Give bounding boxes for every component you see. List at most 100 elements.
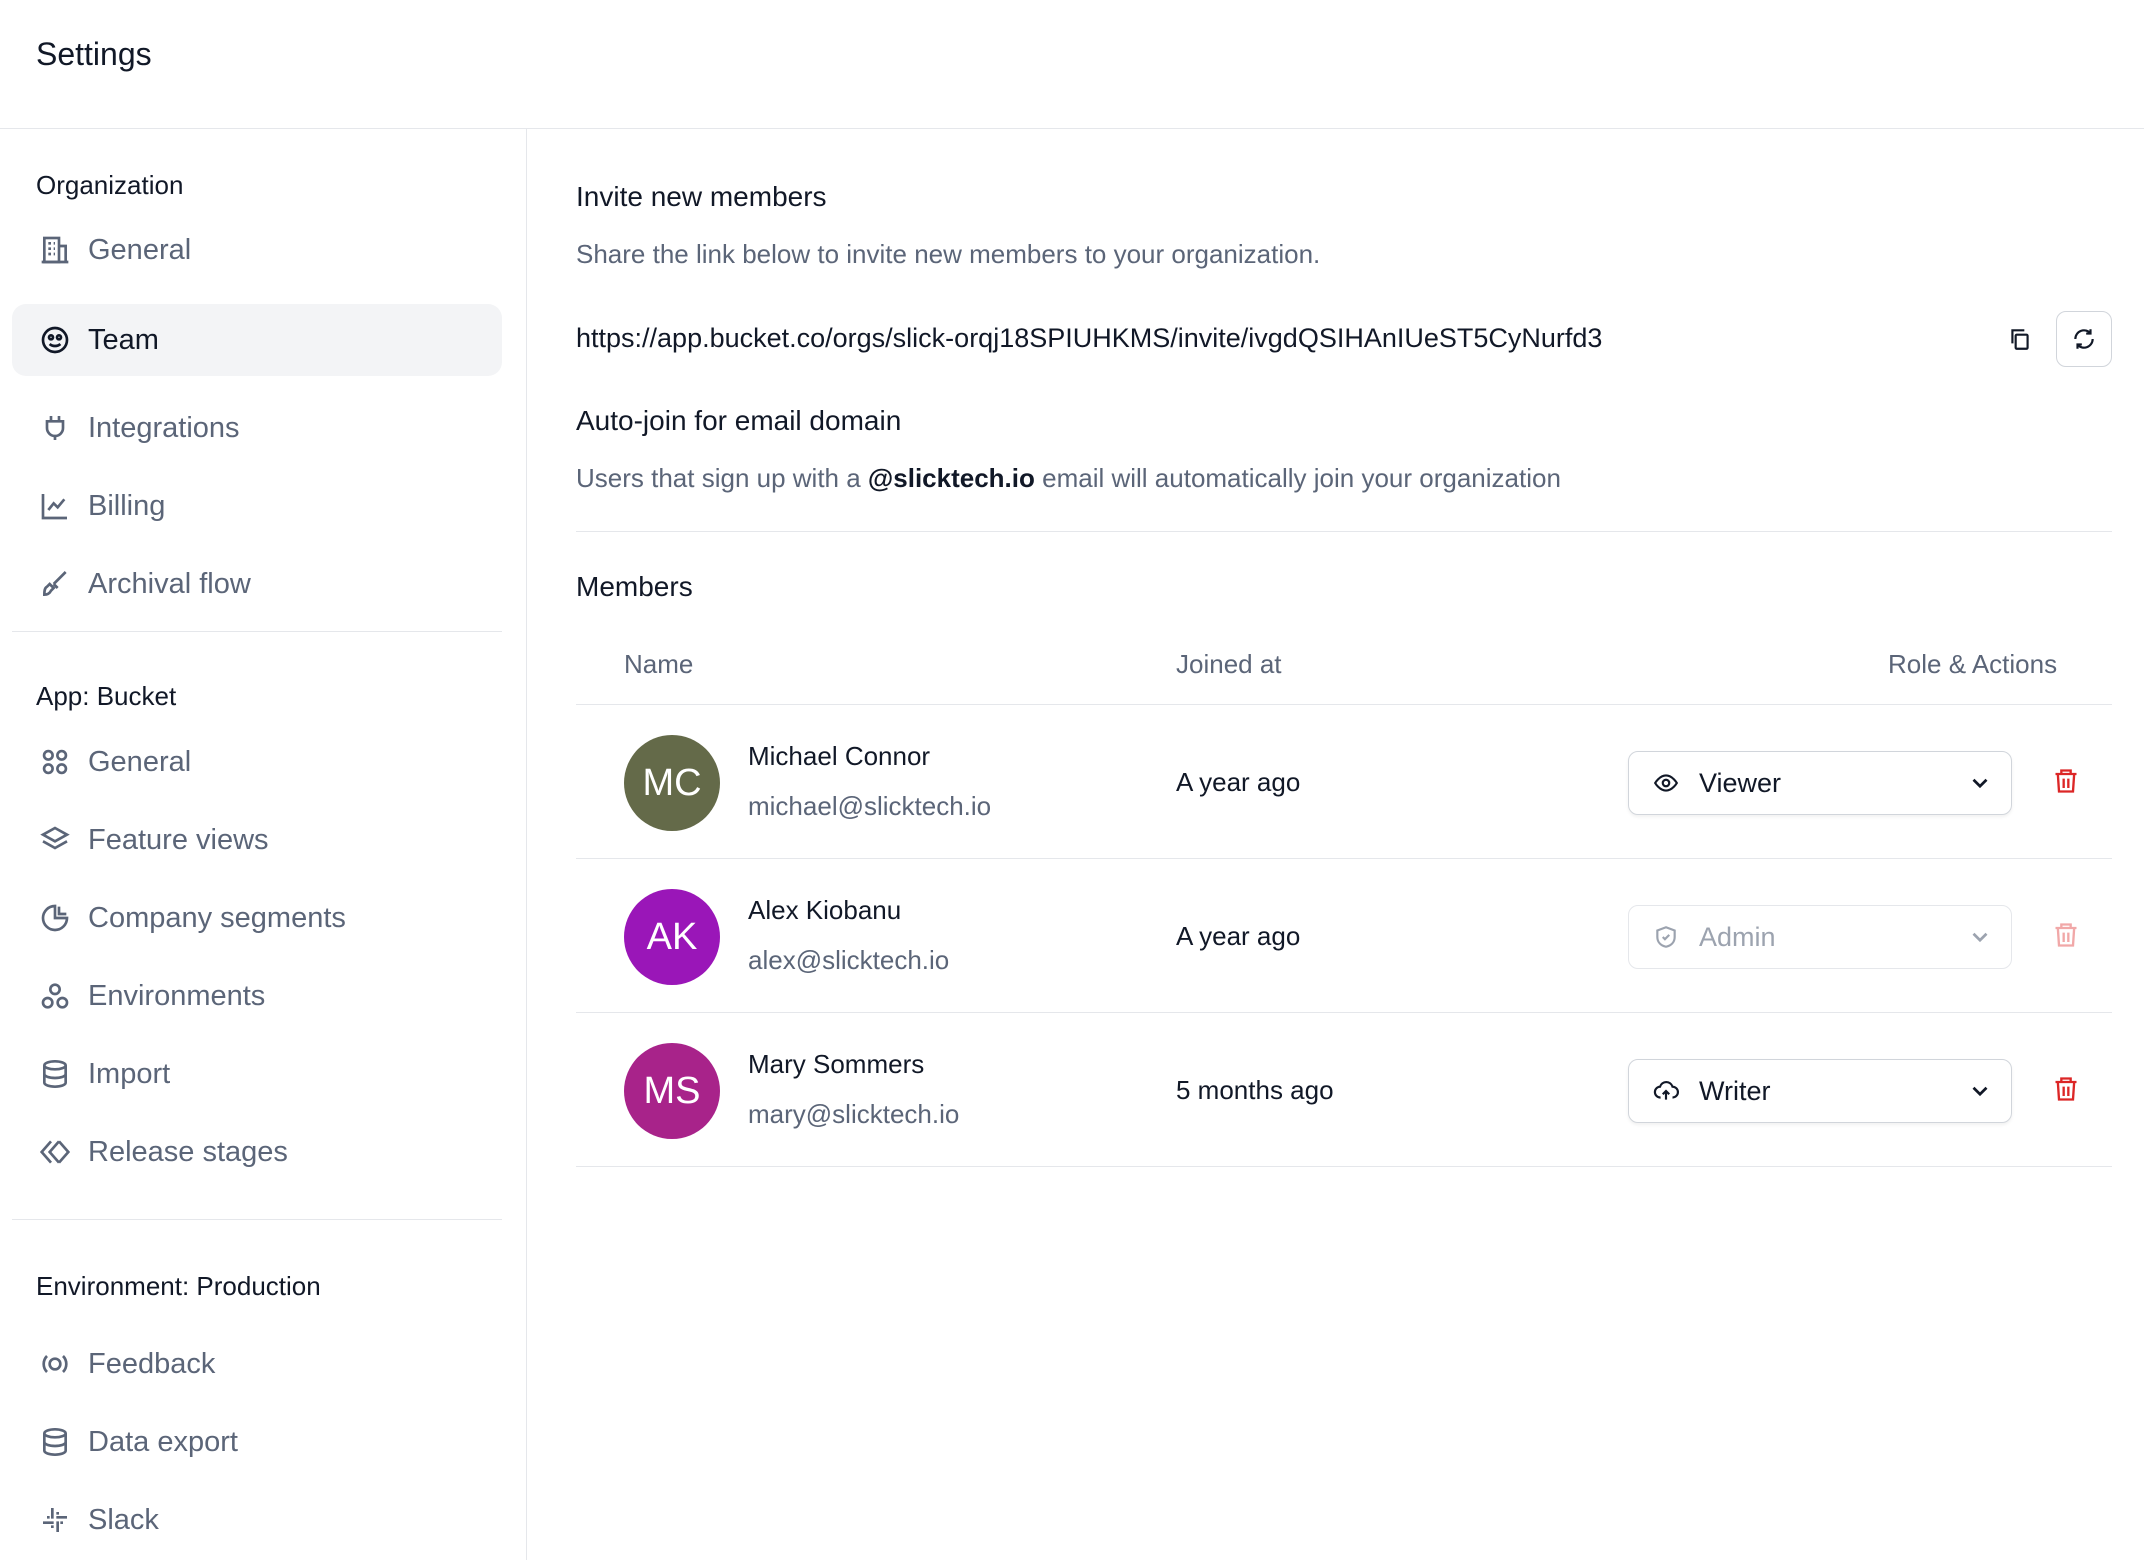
section-divider bbox=[576, 531, 2112, 532]
invite-title: Invite new members bbox=[576, 181, 827, 212]
line-chart-icon bbox=[38, 489, 72, 523]
delete-member-button bbox=[2052, 921, 2082, 951]
avatar: MS bbox=[624, 1043, 720, 1139]
member-email: alex@slicktech.io bbox=[748, 945, 950, 975]
trash-icon bbox=[2052, 767, 2080, 795]
role-select: Admin bbox=[1628, 905, 2012, 969]
delete-member-button[interactable] bbox=[2052, 1075, 2082, 1105]
sidebar-item-feedback[interactable]: Feedback bbox=[12, 1327, 502, 1401]
sidebar-divider bbox=[12, 1219, 502, 1220]
cloud-upload-icon bbox=[1653, 1078, 1679, 1104]
grid-circles-icon bbox=[38, 745, 72, 779]
sidebar-item-environments[interactable]: Environments bbox=[12, 959, 502, 1033]
member-email: mary@slicktech.io bbox=[748, 1099, 960, 1129]
role-value: Admin bbox=[1699, 921, 1776, 952]
sidebar-item-label: Archival flow bbox=[88, 567, 251, 600]
member-name: Mary Sommers bbox=[748, 1049, 925, 1079]
sidebar-section-environment: Environment: Production bbox=[36, 1271, 321, 1301]
copy-icon bbox=[2007, 326, 2033, 352]
plug-icon bbox=[38, 411, 72, 445]
member-joined: A year ago bbox=[1176, 767, 1301, 797]
role-select[interactable]: Viewer bbox=[1628, 751, 2012, 815]
sidebar-item-org-general[interactable]: General bbox=[12, 213, 502, 287]
column-header-name: Name bbox=[624, 649, 694, 679]
slack-icon bbox=[38, 1503, 72, 1537]
role-value: Writer bbox=[1699, 1075, 1771, 1106]
sidebar-item-app-general[interactable]: General bbox=[12, 725, 502, 799]
invite-link[interactable]: https://app.bucket.co/orgs/slick-orqj18S… bbox=[576, 323, 1602, 354]
table-row: MS Mary Sommers mary@slicktech.io 5 mont… bbox=[576, 1013, 2112, 1167]
sidebar-section-app: App: Bucket bbox=[36, 681, 177, 711]
sidebar-item-label: Billing bbox=[88, 489, 166, 522]
database-icon bbox=[38, 1425, 72, 1459]
sidebar-item-label: Environments bbox=[88, 979, 266, 1012]
sidebar-item-release-stages[interactable]: Release stages bbox=[12, 1115, 502, 1189]
invite-description: Share the link below to invite new membe… bbox=[576, 239, 1321, 269]
sidebar-item-archival-flow[interactable]: Archival flow bbox=[12, 547, 502, 621]
layers-icon bbox=[38, 823, 72, 857]
page-title: Settings bbox=[36, 36, 152, 72]
column-header-joined: Joined at bbox=[1176, 649, 1282, 679]
member-joined: A year ago bbox=[1176, 921, 1301, 951]
eye-icon bbox=[1653, 770, 1679, 796]
member-email: michael@slicktech.io bbox=[748, 791, 992, 821]
sidebar-item-feature-views[interactable]: Feature views bbox=[12, 803, 502, 877]
trash-icon bbox=[2052, 1075, 2080, 1103]
sidebar-item-slack[interactable]: Slack bbox=[12, 1483, 502, 1557]
sidebar-divider bbox=[12, 631, 502, 632]
sidebar-item-label: Slack bbox=[88, 1503, 159, 1536]
sidebar-item-integrations[interactable]: Integrations bbox=[12, 391, 502, 465]
autojoin-text-before: Users that sign up with a bbox=[576, 463, 868, 493]
circles-icon bbox=[38, 979, 72, 1013]
member-name: Alex Kiobanu bbox=[748, 895, 902, 925]
sidebar-item-company-segments[interactable]: Company segments bbox=[12, 881, 502, 955]
top-bar: Settings bbox=[0, 0, 2144, 129]
sidebar-item-label: Team bbox=[88, 323, 159, 356]
sidebar-item-label: Company segments bbox=[88, 901, 346, 934]
delete-member-button[interactable] bbox=[2052, 767, 2082, 797]
diamond-arrows-icon bbox=[38, 1135, 72, 1169]
avatar: AK bbox=[624, 889, 720, 985]
autojoin-text-after: email will automatically join your organ… bbox=[1034, 463, 1561, 493]
sidebar-item-label: Import bbox=[88, 1057, 171, 1090]
role-value: Viewer bbox=[1699, 767, 1782, 798]
autojoin-description: Users that sign up with a @slicktech.io … bbox=[576, 463, 1561, 494]
building-icon bbox=[38, 233, 72, 267]
sidebar-item-label: Data export bbox=[88, 1425, 238, 1458]
members-title: Members bbox=[576, 571, 693, 602]
chevron-down-icon bbox=[1967, 924, 1993, 950]
sidebar: Organization General Team Integrations B… bbox=[0, 129, 527, 1560]
avatar: MC bbox=[624, 735, 720, 831]
regenerate-link-button[interactable] bbox=[2056, 311, 2112, 367]
table-row: MC Michael Connor michael@slicktech.io A… bbox=[576, 705, 2112, 859]
sidebar-item-billing[interactable]: Billing bbox=[12, 469, 502, 543]
sidebar-section-organization: Organization bbox=[36, 170, 184, 200]
sidebar-item-label: Release stages bbox=[88, 1135, 288, 1168]
sidebar-item-label: General bbox=[88, 233, 192, 266]
copy-link-button[interactable] bbox=[1992, 311, 2048, 367]
column-header-role: Role & Actions bbox=[1888, 649, 2058, 679]
sidebar-item-label: General bbox=[88, 745, 192, 778]
broadcast-icon bbox=[38, 1347, 72, 1381]
shield-check-icon bbox=[1653, 924, 1679, 950]
table-row: AK Alex Kiobanu alex@slicktech.io A year… bbox=[576, 859, 2112, 1013]
trash-icon bbox=[2052, 921, 2080, 949]
main-content: Invite new members Share the link below … bbox=[528, 129, 2144, 1560]
sidebar-item-label: Feedback bbox=[88, 1347, 216, 1380]
team-face-icon bbox=[38, 323, 72, 357]
brush-icon bbox=[38, 567, 72, 601]
role-select[interactable]: Writer bbox=[1628, 1059, 2012, 1123]
member-joined: 5 months ago bbox=[1176, 1075, 1334, 1105]
sidebar-item-team[interactable]: Team bbox=[12, 304, 502, 376]
autojoin-title: Auto-join for email domain bbox=[576, 405, 902, 436]
autojoin-domain: @slicktech.io bbox=[867, 463, 1035, 493]
refresh-icon bbox=[2071, 326, 2097, 352]
sidebar-item-data-export[interactable]: Data export bbox=[12, 1405, 502, 1479]
sidebar-item-label: Integrations bbox=[88, 411, 240, 444]
chevron-down-icon bbox=[1967, 770, 1993, 796]
member-name: Michael Connor bbox=[748, 741, 931, 771]
sidebar-item-label: Feature views bbox=[88, 823, 269, 856]
sidebar-item-import[interactable]: Import bbox=[12, 1037, 502, 1111]
database-icon bbox=[38, 1057, 72, 1091]
pie-chart-icon bbox=[38, 901, 72, 935]
